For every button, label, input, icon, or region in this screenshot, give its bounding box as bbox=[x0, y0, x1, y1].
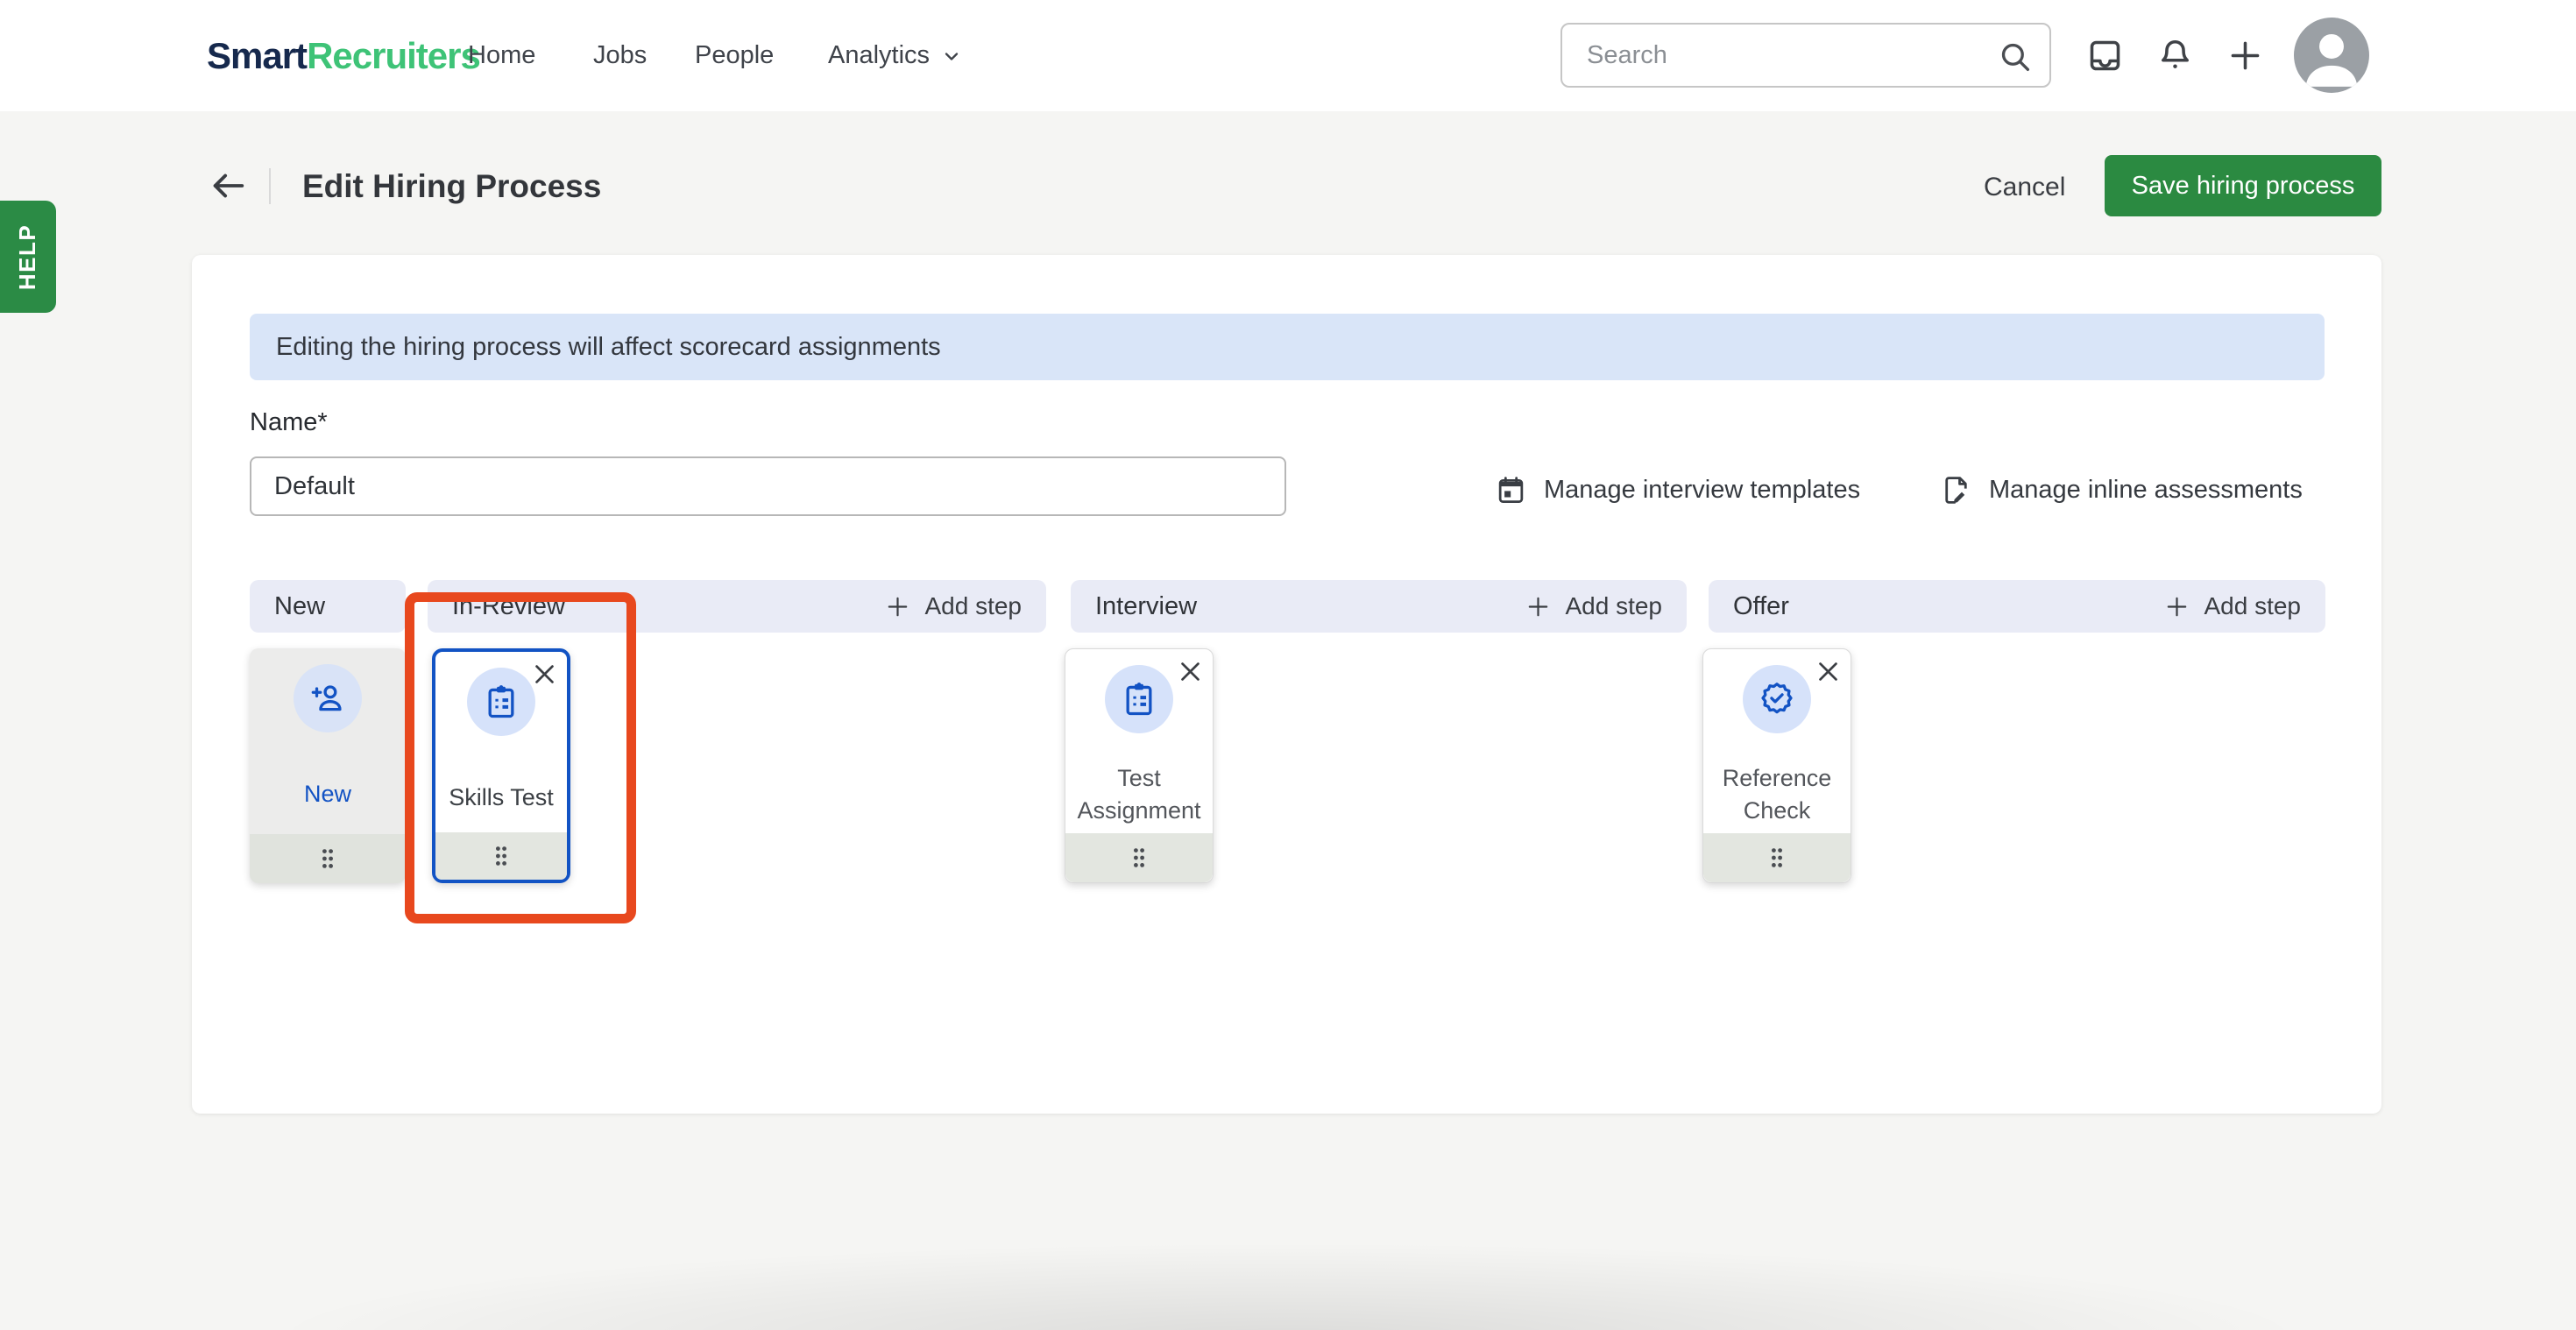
search-box bbox=[1560, 23, 2051, 88]
person-add-icon bbox=[308, 679, 347, 718]
add-step-label: Add step bbox=[2204, 592, 2301, 620]
add-step-label: Add step bbox=[924, 592, 1022, 620]
save-hiring-process-button[interactable]: Save hiring process bbox=[2105, 155, 2381, 216]
clipboard-list-icon bbox=[1120, 680, 1158, 718]
plus-icon bbox=[1525, 593, 1552, 620]
add-step-button-interview[interactable]: Add step bbox=[1525, 592, 1662, 620]
highlight-box bbox=[405, 592, 636, 923]
person-icon bbox=[2294, 18, 2369, 93]
step-card-new[interactable]: New bbox=[250, 648, 406, 883]
name-field-label: Name* bbox=[250, 408, 328, 437]
drag-dots-icon bbox=[312, 843, 343, 874]
search-icon[interactable] bbox=[1997, 39, 2034, 75]
step-card-test-assignment[interactable]: Test Assignment bbox=[1065, 648, 1214, 883]
step-icon-circle bbox=[1105, 665, 1173, 733]
plus-icon[interactable] bbox=[2226, 36, 2265, 75]
column-header-offer: Offer Add step bbox=[1709, 580, 2325, 633]
logo-recruiters: Recruiters bbox=[307, 35, 480, 77]
help-tab-label: HELP bbox=[15, 223, 42, 289]
name-input[interactable] bbox=[250, 456, 1286, 516]
page: SmartRecruiters Home Jobs People Analyti… bbox=[0, 0, 2576, 1330]
drag-dots-icon bbox=[1761, 842, 1793, 874]
column-header-interview: Interview Add step bbox=[1071, 580, 1687, 633]
avatar[interactable] bbox=[2294, 18, 2369, 93]
info-banner-text: Editing the hiring process will affect s… bbox=[276, 333, 941, 362]
inbox-icon[interactable] bbox=[2085, 36, 2125, 75]
badge-check-icon bbox=[1758, 680, 1796, 718]
step-card-label: New bbox=[253, 752, 402, 836]
manage-inline-assessments-link[interactable]: Manage inline assessments bbox=[1940, 465, 2303, 514]
top-nav-bar: SmartRecruiters Home Jobs People Analyti… bbox=[0, 0, 2576, 111]
nav-item-home-label: Home bbox=[468, 41, 535, 70]
step-card-label: Reference Check bbox=[1707, 753, 1847, 837]
search-input[interactable] bbox=[1562, 25, 2049, 86]
help-tab[interactable]: HELP bbox=[0, 201, 56, 313]
document-edit-icon bbox=[1940, 474, 1972, 506]
add-step-button-in-review[interactable]: Add step bbox=[884, 592, 1022, 620]
step-icon-circle bbox=[1743, 665, 1811, 733]
save-button-label: Save hiring process bbox=[2132, 172, 2355, 201]
drag-handle[interactable] bbox=[250, 834, 406, 883]
manage-interview-templates-label: Manage interview templates bbox=[1544, 476, 1860, 505]
column-title-interview: Interview bbox=[1095, 592, 1197, 621]
plus-icon bbox=[2163, 593, 2190, 620]
close-icon[interactable] bbox=[1176, 657, 1205, 686]
column-header-new: New bbox=[250, 580, 406, 633]
add-step-button-offer[interactable]: Add step bbox=[2163, 592, 2301, 620]
nav-item-people[interactable]: People bbox=[695, 0, 774, 111]
bell-icon[interactable] bbox=[2155, 36, 2195, 75]
step-card-reference-check[interactable]: Reference Check bbox=[1702, 648, 1851, 883]
page-title: Edit Hiring Process bbox=[302, 168, 601, 205]
nav-item-analytics-label: Analytics bbox=[828, 41, 930, 70]
back-arrow-icon[interactable] bbox=[208, 166, 248, 206]
drag-handle[interactable] bbox=[1065, 833, 1213, 882]
hiring-process-editor-card: Editing the hiring process will affect s… bbox=[192, 255, 2381, 1114]
manage-interview-templates-link[interactable]: Manage interview templates bbox=[1495, 465, 1860, 514]
nav-item-people-label: People bbox=[695, 41, 774, 70]
close-icon[interactable] bbox=[1814, 657, 1843, 686]
info-banner: Editing the hiring process will affect s… bbox=[250, 314, 2325, 380]
plus-icon bbox=[884, 593, 911, 620]
nav-item-home[interactable]: Home bbox=[468, 0, 535, 111]
cancel-button[interactable]: Cancel bbox=[1984, 173, 2065, 202]
step-icon-circle bbox=[294, 664, 362, 732]
logo-smart: Smart bbox=[207, 35, 307, 77]
step-card-label: Test Assignment bbox=[1069, 753, 1209, 837]
column-title-new: New bbox=[274, 592, 325, 621]
smartrecruiters-logo[interactable]: SmartRecruiters bbox=[207, 0, 480, 111]
nav-item-jobs[interactable]: Jobs bbox=[593, 0, 647, 111]
chevron-down-icon bbox=[941, 46, 962, 67]
nav-item-analytics[interactable]: Analytics bbox=[828, 0, 962, 111]
column-title-offer: Offer bbox=[1733, 592, 1789, 621]
manage-inline-assessments-label: Manage inline assessments bbox=[1989, 476, 2303, 505]
header-divider bbox=[269, 168, 271, 204]
bottom-shadow bbox=[0, 1181, 2576, 1330]
add-step-label: Add step bbox=[1565, 592, 1662, 620]
drag-handle[interactable] bbox=[1703, 833, 1851, 882]
drag-dots-icon bbox=[1123, 842, 1155, 874]
calendar-icon bbox=[1495, 474, 1527, 506]
nav-item-jobs-label: Jobs bbox=[593, 41, 647, 70]
